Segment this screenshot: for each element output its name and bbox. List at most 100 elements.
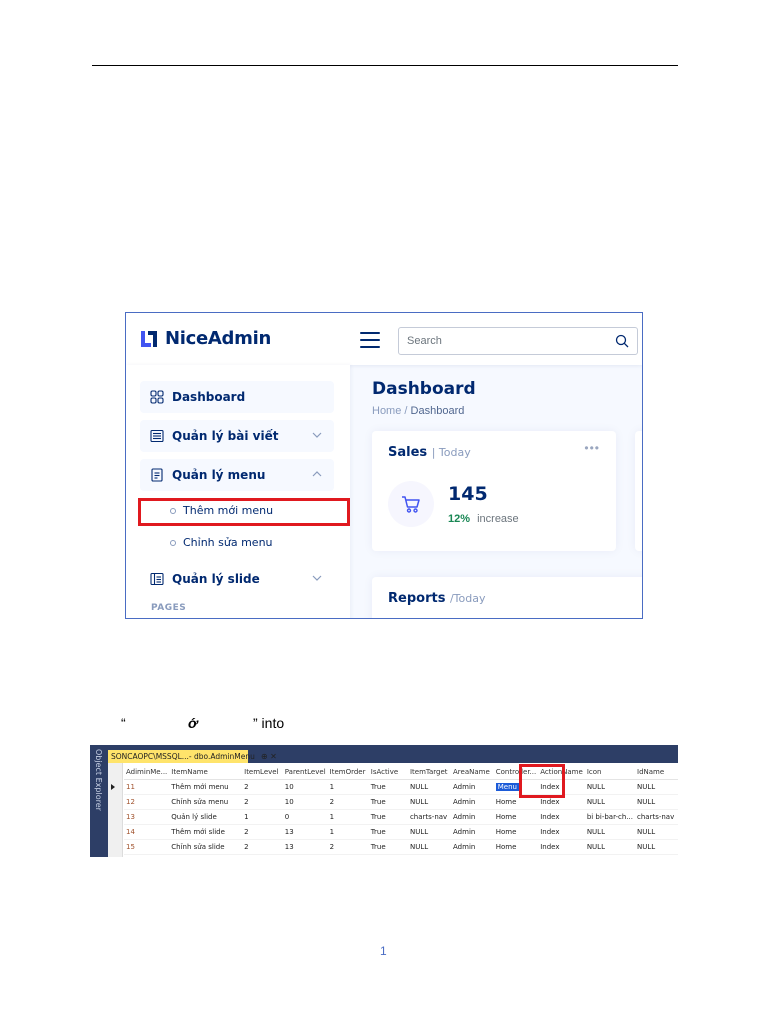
table-cell[interactable]: 10 xyxy=(282,794,328,810)
sidebar-item-label: Dashboard xyxy=(172,390,246,404)
table-cell[interactable]: NULL xyxy=(635,824,678,840)
table-cell[interactable]: charts-nav xyxy=(407,809,452,825)
table-cell[interactable]: 12 xyxy=(124,794,170,810)
table-cell[interactable]: NULL xyxy=(407,794,452,810)
tab-title: SONCAOPC\MSSQL...- dbo.AdminMenu xyxy=(111,752,255,761)
table-cell[interactable]: True xyxy=(368,824,408,840)
table-cell[interactable]: True xyxy=(368,839,408,855)
table-cell[interactable]: NULL xyxy=(584,779,635,795)
breadcrumb-current: Dashboard xyxy=(410,405,465,417)
table-cell[interactable]: 14 xyxy=(124,824,170,840)
table-cell[interactable]: Index xyxy=(538,824,585,840)
menu-toggle-icon[interactable] xyxy=(360,332,380,348)
table-row[interactable]: 14 Thêm mới slide 2 13 1 True NULL Admin… xyxy=(124,824,678,840)
sidebar-item-label: Quản lý slide xyxy=(172,572,260,586)
table-cell[interactable]: True xyxy=(368,779,408,795)
table-cell[interactable]: NULL xyxy=(584,794,635,810)
column-header[interactable]: ItemTarget xyxy=(407,765,452,780)
table-cell[interactable]: Index xyxy=(538,839,585,855)
sales-subtitle: | Today xyxy=(431,446,471,459)
column-header[interactable]: ItemLevel xyxy=(242,765,283,780)
table-cell[interactable]: Admin xyxy=(451,779,494,795)
table-cell[interactable]: NULL xyxy=(635,779,678,795)
column-header[interactable]: Icon xyxy=(584,765,635,780)
breadcrumb-home[interactable]: Home xyxy=(372,405,401,417)
table-row[interactable]: 13 Quản lý slide 1 0 1 True charts-nav A… xyxy=(124,809,678,825)
table-cell[interactable]: NULL xyxy=(635,839,678,855)
table-cell[interactable]: Thêm mới slide xyxy=(169,824,243,840)
column-header[interactable]: IdName xyxy=(635,765,678,780)
table-cell[interactable]: 15 xyxy=(124,839,170,855)
search-input[interactable] xyxy=(405,334,599,348)
table-cell[interactable]: Index xyxy=(538,809,585,825)
table-cell[interactable]: NULL xyxy=(407,824,452,840)
table-cell[interactable]: Home xyxy=(493,809,539,825)
table-cell[interactable]: Admin xyxy=(451,839,494,855)
table-cell[interactable]: Quản lý slide xyxy=(169,809,243,825)
table-cell[interactable]: True xyxy=(368,809,408,825)
sidebar-item-dashboard[interactable]: Dashboard xyxy=(140,381,334,413)
table-cell[interactable]: 2 xyxy=(242,839,283,855)
table-cell[interactable]: charts-nav xyxy=(635,809,678,825)
column-header[interactable]: AdiminMe... xyxy=(124,765,170,780)
close-icon[interactable]: ✕ xyxy=(270,752,277,761)
sidebar-item-slide[interactable]: Quản lý slide xyxy=(140,563,334,595)
table-cell[interactable]: 2 xyxy=(242,794,283,810)
table-cell[interactable]: True xyxy=(368,794,408,810)
table-cell[interactable]: 2 xyxy=(242,779,283,795)
sales-title: Sales xyxy=(388,445,428,460)
layout-three-columns-icon xyxy=(150,572,164,586)
highlight-box xyxy=(138,498,350,526)
table-cell[interactable]: NULL xyxy=(407,779,452,795)
table-cell[interactable]: Home xyxy=(493,824,539,840)
object-explorer-panel[interactable]: Object Explorer xyxy=(90,745,108,857)
sidebar-item-posts[interactable]: Quản lý bài viết xyxy=(140,420,334,452)
table-cell[interactable]: 1 xyxy=(327,824,369,840)
search-box xyxy=(398,327,638,355)
more-options-icon[interactable]: ••• xyxy=(584,441,600,455)
table-row[interactable]: 12 Chỉnh sửa menu 2 10 2 True NULL Admin… xyxy=(124,794,678,810)
column-header[interactable]: IsActive xyxy=(368,765,408,780)
revenue-card-partial xyxy=(635,431,642,551)
reports-subtitle: /Today xyxy=(449,592,486,605)
table-cell[interactable]: Admin xyxy=(451,794,494,810)
table-cell[interactable]: Admin xyxy=(451,809,494,825)
text-close-into: ” into xyxy=(253,715,285,731)
table-cell[interactable]: Admin xyxy=(451,824,494,840)
table-cell[interactable]: NULL xyxy=(584,824,635,840)
table-cell[interactable]: NULL xyxy=(407,839,452,855)
table-cell[interactable]: 13 xyxy=(282,839,328,855)
table-row[interactable]: 15 Chỉnh sửa slide 2 13 2 True NULL Admi… xyxy=(124,839,678,855)
search-icon[interactable] xyxy=(615,334,629,348)
column-header[interactable]: ItemName xyxy=(169,765,243,780)
column-header[interactable]: ParentLevel xyxy=(282,765,328,780)
table-cell[interactable]: Chỉnh sửa slide xyxy=(169,839,243,855)
table-cell[interactable]: 1 xyxy=(327,809,369,825)
chevron-down-icon xyxy=(312,432,322,438)
table-cell[interactable]: bi bi-bar-ch... xyxy=(584,809,635,825)
table-cell[interactable]: 2 xyxy=(327,839,369,855)
column-header[interactable]: ItemOrder xyxy=(327,765,369,780)
tab-admin-menu[interactable]: SONCAOPC\MSSQL...- dbo.AdminMenu ⊕ ✕ xyxy=(108,750,277,763)
table-cell[interactable]: 2 xyxy=(327,794,369,810)
brand-logo[interactable]: NiceAdmin xyxy=(139,328,271,349)
table-cell[interactable]: NULL xyxy=(635,794,678,810)
table-cell[interactable]: 1 xyxy=(242,809,283,825)
table-row[interactable]: 11 Thêm mới menu 2 10 1 True NULL Admin … xyxy=(124,779,678,795)
pin-icon[interactable]: ⊕ xyxy=(261,752,268,761)
table-cell[interactable]: 13 xyxy=(282,824,328,840)
column-header[interactable]: AreaName xyxy=(451,765,494,780)
table-cell[interactable]: 10 xyxy=(282,779,328,795)
table-cell[interactable]: 13 xyxy=(124,809,170,825)
table-cell[interactable]: Home xyxy=(493,839,539,855)
sidebar-item-menu[interactable]: Quản lý menu xyxy=(140,459,334,491)
table-cell[interactable]: NULL xyxy=(584,839,635,855)
table-cell[interactable]: 1 xyxy=(327,779,369,795)
object-explorer-label: Object Explorer xyxy=(94,749,103,811)
table-cell[interactable]: Thêm mới menu xyxy=(169,779,243,795)
sub-item-edit-menu[interactable]: Chỉnh sửa menu xyxy=(170,536,273,549)
table-cell[interactable]: Chỉnh sửa menu xyxy=(169,794,243,810)
table-cell[interactable]: 2 xyxy=(242,824,283,840)
table-cell[interactable]: 11 xyxy=(124,779,170,795)
table-cell[interactable]: 0 xyxy=(282,809,328,825)
